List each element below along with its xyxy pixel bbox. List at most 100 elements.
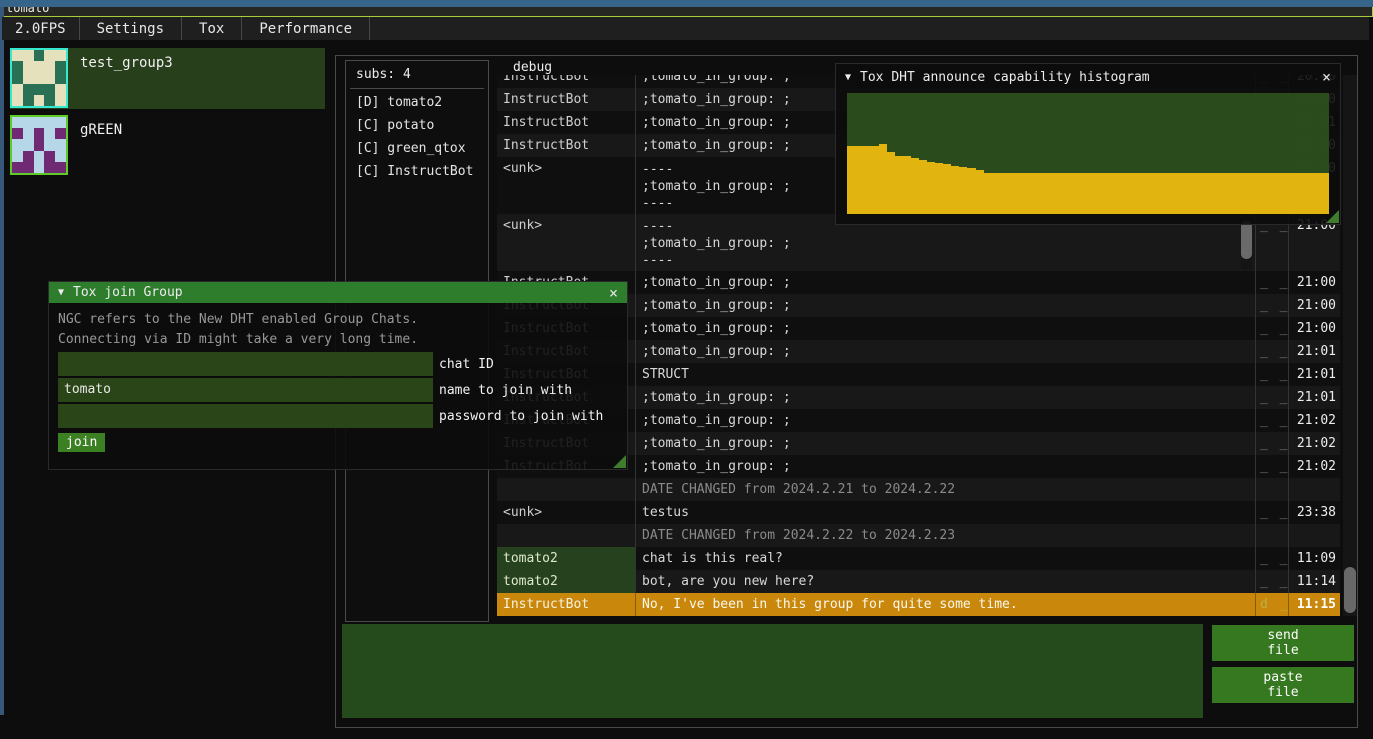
message-line: ---- xyxy=(642,252,1255,269)
paste-file-button[interactable]: paste file xyxy=(1212,667,1354,703)
histogram-bar xyxy=(1249,173,1257,214)
collapse-arrow-icon[interactable]: ▼ xyxy=(58,287,64,298)
group-item-gREEN[interactable]: gREEN xyxy=(10,115,325,176)
avatar-pixel xyxy=(34,50,45,61)
chat-row[interactable]: tomato2chat is this real?_ _11:09 xyxy=(497,547,1340,570)
close-icon[interactable]: × xyxy=(609,284,618,302)
group-item-test_group3[interactable]: test_group3 xyxy=(10,48,325,109)
histogram-window-titlebar[interactable]: ▼ Tox DHT announce capability histogram … xyxy=(836,64,1340,90)
chat-scrollbar-thumb[interactable] xyxy=(1344,567,1356,613)
message-input[interactable] xyxy=(342,624,1203,718)
chat-row-time: 21:01 xyxy=(1288,363,1340,386)
chat-row-name xyxy=(497,478,635,501)
chat-row-name xyxy=(497,524,635,547)
chat-row-time xyxy=(1288,524,1340,547)
chat-row-message: chat is this real? xyxy=(635,547,1255,570)
avatar-pixel xyxy=(12,61,23,72)
input-password-to-join-with[interactable] xyxy=(58,404,433,428)
join-window-titlebar[interactable]: ▼ Tox join Group × xyxy=(49,282,627,303)
message-scrollbar-thumb[interactable] xyxy=(1241,221,1252,259)
histogram-bar xyxy=(1040,173,1048,214)
message-line: ;tomato_in_group: ; xyxy=(642,235,1255,252)
avatar-pixel xyxy=(34,162,45,173)
member-item-green_qtox[interactable]: [C] green_qtox xyxy=(346,137,488,160)
separator xyxy=(350,88,484,89)
chat-row[interactable]: InstructBotNo, I've been in this group f… xyxy=(497,593,1340,616)
histogram-bar xyxy=(1096,173,1104,214)
histogram-bar xyxy=(1008,173,1016,214)
avatar-pixel xyxy=(34,95,45,106)
chat-row-marks: _ _ xyxy=(1255,501,1288,524)
histogram-bar xyxy=(1313,173,1321,214)
avatar-pixel xyxy=(12,162,23,173)
resize-grip[interactable] xyxy=(1326,210,1339,223)
chat-row-marks: _ _ xyxy=(1255,547,1288,570)
avatar-pixel xyxy=(23,117,34,128)
chat-row-time: 11:15 xyxy=(1288,593,1340,616)
avatar-pixel xyxy=(44,139,55,150)
histogram-window: ▼ Tox DHT announce capability histogram … xyxy=(835,63,1341,225)
histogram-bar xyxy=(1216,173,1224,214)
chat-scrollbar[interactable] xyxy=(1343,75,1357,616)
avatar-pixel xyxy=(34,84,45,95)
menu-item-tox[interactable]: Tox xyxy=(182,17,242,40)
chat-row-name: InstructBot xyxy=(497,111,635,134)
histogram-bar xyxy=(1305,173,1313,214)
histogram-bar xyxy=(1032,173,1040,214)
histogram-bar xyxy=(967,168,975,214)
close-icon[interactable]: × xyxy=(1322,68,1331,86)
histogram-bar xyxy=(1056,173,1064,214)
member-item-potato[interactable]: [C] potato xyxy=(346,114,488,137)
avatar-pixel xyxy=(44,72,55,83)
histogram-bar xyxy=(1048,173,1056,214)
chat-row-marks: _ _ xyxy=(1255,294,1288,317)
avatar-pixel xyxy=(44,95,55,106)
chat-row[interactable]: DATE CHANGED from 2024.2.22 to 2024.2.23 xyxy=(497,524,1340,547)
histogram-bar xyxy=(887,152,895,214)
avatar-pixel xyxy=(55,50,66,61)
chat-row-name: tomato2 xyxy=(497,547,635,570)
chat-row-marks xyxy=(1255,478,1288,501)
group-name-label: test_group3 xyxy=(68,48,173,109)
chat-row-marks: _ _ xyxy=(1255,409,1288,432)
chat-row-time xyxy=(1288,478,1340,501)
input-name-to-join-with[interactable]: tomato xyxy=(58,378,433,402)
join-button[interactable]: join xyxy=(58,433,105,452)
histogram-bar xyxy=(1184,173,1192,214)
chat-row-marks: _ _ xyxy=(1255,386,1288,409)
input-chat-ID[interactable] xyxy=(58,352,433,376)
chat-row-message: STRUCT xyxy=(635,363,1255,386)
resize-grip[interactable] xyxy=(613,455,626,468)
avatar-pixel xyxy=(34,128,45,139)
member-item-InstructBot[interactable]: [C] InstructBot xyxy=(346,160,488,183)
chat-row-message: DATE CHANGED from 2024.2.21 to 2024.2.22 xyxy=(635,478,1255,501)
chat-row-marks: _ _ xyxy=(1255,432,1288,455)
chat-row-name: InstructBot xyxy=(497,593,635,616)
histogram-bar xyxy=(1152,173,1160,214)
histogram-bar xyxy=(1265,173,1273,214)
tab-debug[interactable]: debug xyxy=(513,60,552,75)
chat-row-time: 21:00 xyxy=(1288,294,1340,317)
menu-item-performance[interactable]: Performance xyxy=(242,17,370,40)
chat-row[interactable]: <unk>testus_ _23:38 xyxy=(497,501,1340,524)
avatar-pixel xyxy=(23,128,34,139)
chat-row-marks: _ _ xyxy=(1255,271,1288,294)
chat-row-time: 21:02 xyxy=(1288,455,1340,478)
avatar-pixel xyxy=(23,139,34,150)
join-hint-line2: Connecting via ID might take a very long… xyxy=(58,330,618,350)
chat-row-marks: _ _ xyxy=(1255,455,1288,478)
menu-item-settings[interactable]: Settings xyxy=(80,17,182,40)
chat-row[interactable]: DATE CHANGED from 2024.2.21 to 2024.2.22 xyxy=(497,478,1340,501)
send-file-button[interactable]: send file xyxy=(1212,625,1354,661)
chat-row[interactable]: tomato2bot, are you new here?_ _11:14 xyxy=(497,570,1340,593)
histogram-bar xyxy=(976,170,984,214)
avatar-pixel xyxy=(44,50,55,61)
collapse-arrow-icon[interactable]: ▼ xyxy=(845,72,851,83)
histogram-bar xyxy=(1281,173,1289,214)
member-item-tomato2[interactable]: [D] tomato2 xyxy=(346,91,488,114)
avatar-pixel xyxy=(44,61,55,72)
join-field-row: chat ID xyxy=(58,352,627,376)
chat-row-name: InstructBot xyxy=(497,134,635,157)
menubar: 2.0FPS SettingsToxPerformance xyxy=(2,17,1369,40)
histogram-bar xyxy=(1160,173,1168,214)
